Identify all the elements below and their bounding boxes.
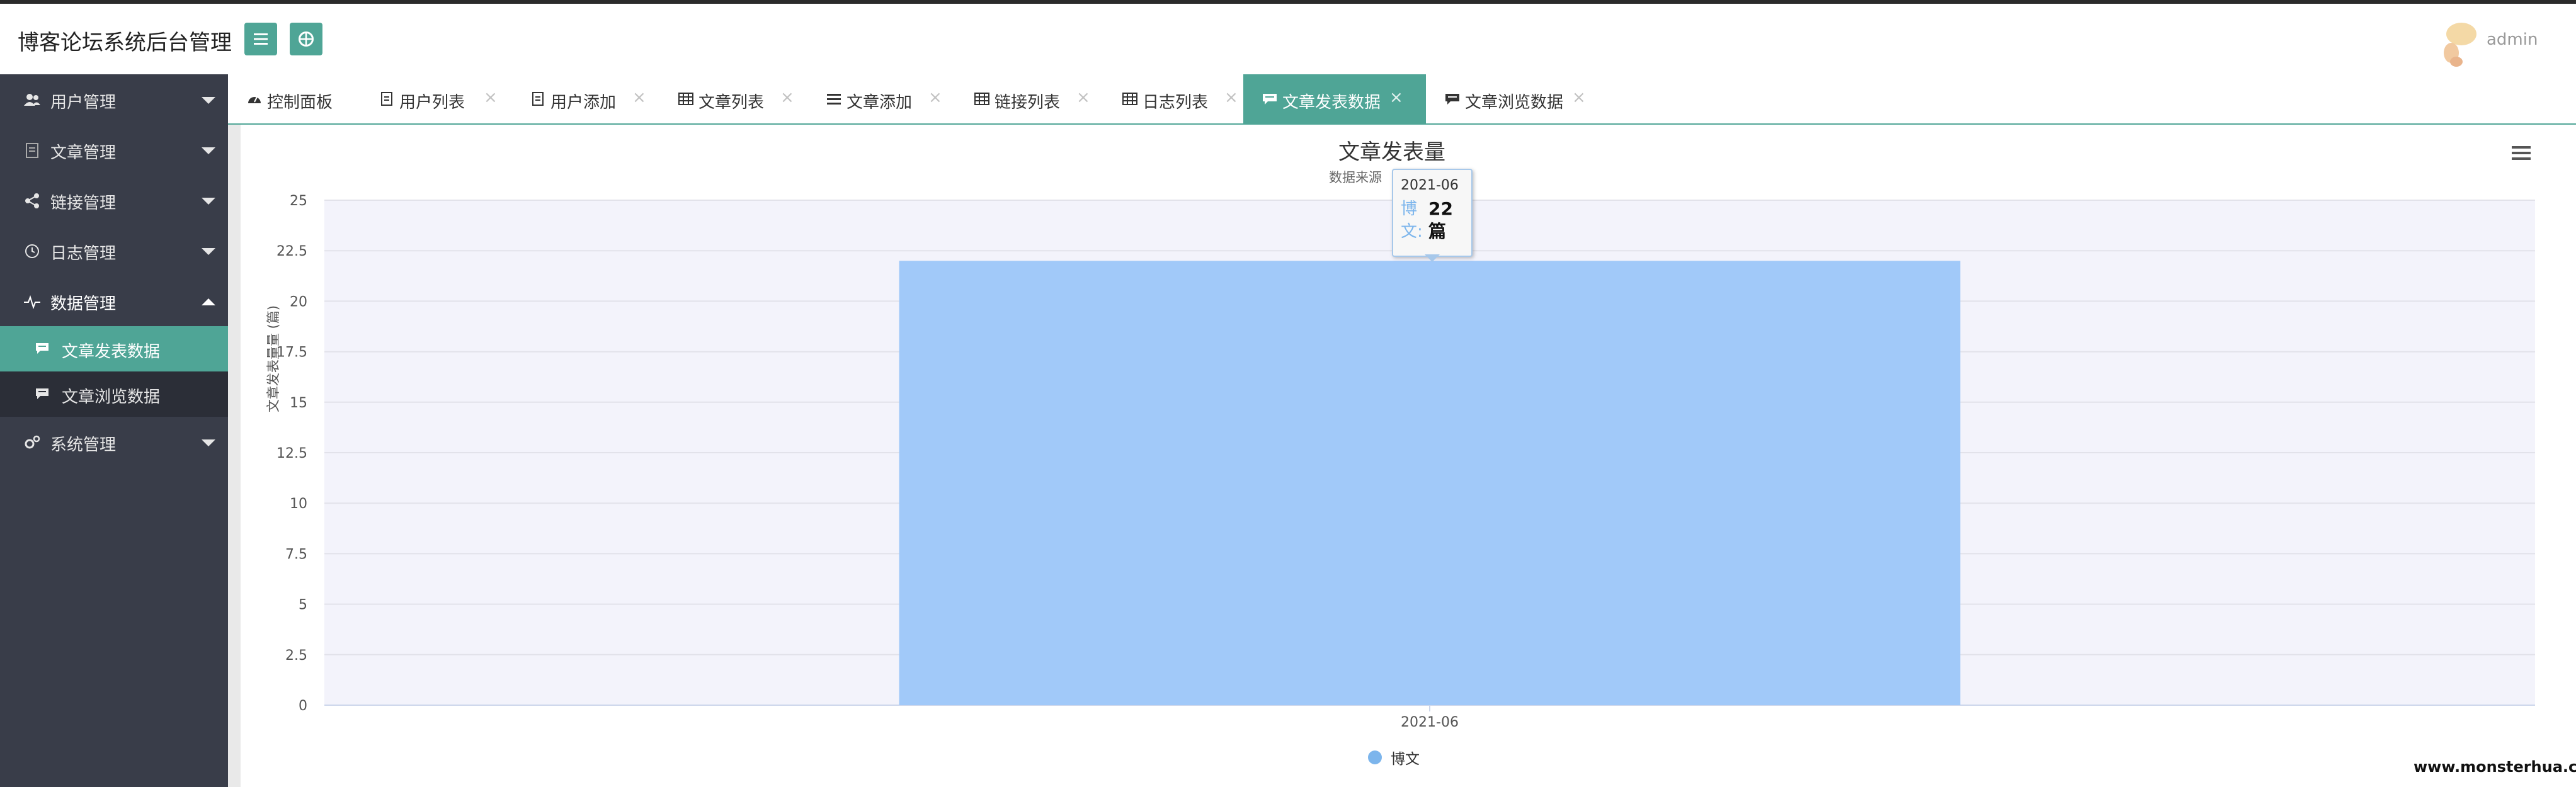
tooltip: 2021-06 博文: 22 篇 bbox=[1392, 169, 1473, 257]
y-tick-label: 5 bbox=[299, 597, 307, 613]
y-tick-label: 20 bbox=[290, 294, 307, 310]
x-axis: 2021-06 bbox=[1401, 705, 1459, 730]
tooltip-arrow bbox=[1425, 254, 1440, 262]
tooltip-value: 22 篇 bbox=[1428, 198, 1453, 242]
bar[interactable] bbox=[899, 261, 1961, 705]
y-axis-label: 文章发表量量 (篇) bbox=[266, 305, 281, 413]
legend-marker bbox=[1368, 750, 1382, 764]
chart-title: 文章发表量 bbox=[1338, 140, 1445, 165]
bars bbox=[899, 261, 1961, 705]
y-tick-label: 15 bbox=[290, 395, 307, 411]
y-tick-label: 12.5 bbox=[276, 446, 307, 461]
y-tick-label: 7.5 bbox=[285, 546, 307, 562]
y-axis: 02.557.51012.51517.52022.525 bbox=[276, 193, 307, 714]
watermark: www.monsterhua.com bbox=[2414, 758, 2576, 776]
chart-menu-button[interactable] bbox=[2510, 144, 2532, 162]
y-tick-label: 22.5 bbox=[276, 244, 307, 259]
y-tick-label: 10 bbox=[290, 496, 307, 512]
x-tick-label: 2021-06 bbox=[1401, 715, 1459, 730]
y-tick-label: 2.5 bbox=[285, 648, 307, 664]
bar-chart: 02.557.51012.51517.52022.525 2021-06 bbox=[276, 193, 2535, 730]
tooltip-series-name: 博文: bbox=[1401, 200, 1423, 241]
legend[interactable]: 博文 bbox=[1368, 747, 1420, 768]
y-tick-label: 0 bbox=[299, 698, 307, 714]
y-tick-label: 25 bbox=[290, 193, 307, 209]
tooltip-category: 2021-06 bbox=[1401, 178, 1459, 193]
legend-label: 博文 bbox=[1391, 751, 1420, 767]
